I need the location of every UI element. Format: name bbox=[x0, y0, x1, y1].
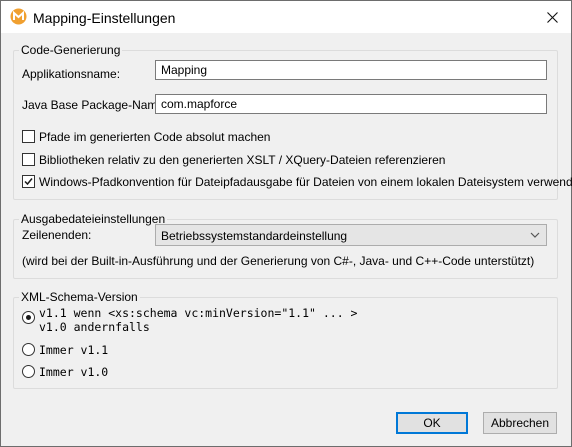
relative-libraries-label: Bibliotheken relativ zu den generierten … bbox=[39, 153, 446, 167]
windows-path-checkbox[interactable] bbox=[22, 175, 35, 188]
ok-button[interactable]: OK bbox=[396, 412, 468, 434]
app-name-input[interactable] bbox=[155, 60, 547, 80]
line-endings-dropdown[interactable]: Betriebssystemstandardeinstellung bbox=[155, 224, 547, 246]
close-button[interactable] bbox=[533, 1, 571, 33]
line-endings-value: Betriebssystemstandardeinstellung bbox=[161, 229, 348, 243]
schema-v10-radio[interactable] bbox=[22, 365, 35, 378]
output-settings-group-label: Ausgabedateieinstellungen bbox=[19, 212, 168, 226]
absolute-paths-label: Pfade im generierten Code absolut machen bbox=[39, 130, 271, 144]
title-bar: Mapping-Einstellungen bbox=[1, 1, 571, 33]
windows-path-label: Windows-Pfadkonvention für Dateipfadausg… bbox=[39, 175, 572, 189]
window-title: Mapping-Einstellungen bbox=[33, 10, 176, 26]
code-generation-group-label: Code-Generierung bbox=[19, 43, 123, 57]
close-icon bbox=[546, 11, 558, 23]
mapforce-logo-icon bbox=[10, 8, 27, 25]
xml-schema-group-label: XML-Schema-Version bbox=[19, 290, 140, 304]
absolute-paths-checkbox[interactable] bbox=[22, 130, 35, 143]
line-endings-note: (wird bei der Built-in-Ausführung und de… bbox=[22, 254, 535, 268]
schema-auto-label-line2: v1.0 andernfalls bbox=[39, 320, 150, 334]
radio-selected-dot bbox=[26, 315, 31, 320]
schema-auto-label-line1: v1.1 wenn <xs:schema vc:minVersion="1.1"… bbox=[39, 306, 358, 320]
checkmark-icon bbox=[24, 178, 33, 186]
dialog-window: Mapping-Einstellungen Code-Generierung A… bbox=[0, 0, 572, 447]
schema-v11-label: Immer v1.1 bbox=[39, 343, 109, 357]
schema-v11-radio[interactable] bbox=[22, 343, 35, 356]
cancel-button[interactable]: Abbrechen bbox=[483, 412, 557, 434]
relative-libraries-checkbox[interactable] bbox=[22, 153, 35, 166]
package-name-input[interactable] bbox=[155, 94, 547, 114]
line-endings-label: Zeilenenden: bbox=[22, 228, 92, 242]
schema-auto-radio[interactable] bbox=[22, 311, 35, 324]
chevron-down-icon bbox=[530, 232, 540, 238]
package-name-label: Java Base Package-Name: bbox=[22, 98, 168, 112]
schema-v10-label: Immer v1.0 bbox=[39, 365, 109, 379]
app-name-label: Applikationsname: bbox=[22, 67, 121, 81]
